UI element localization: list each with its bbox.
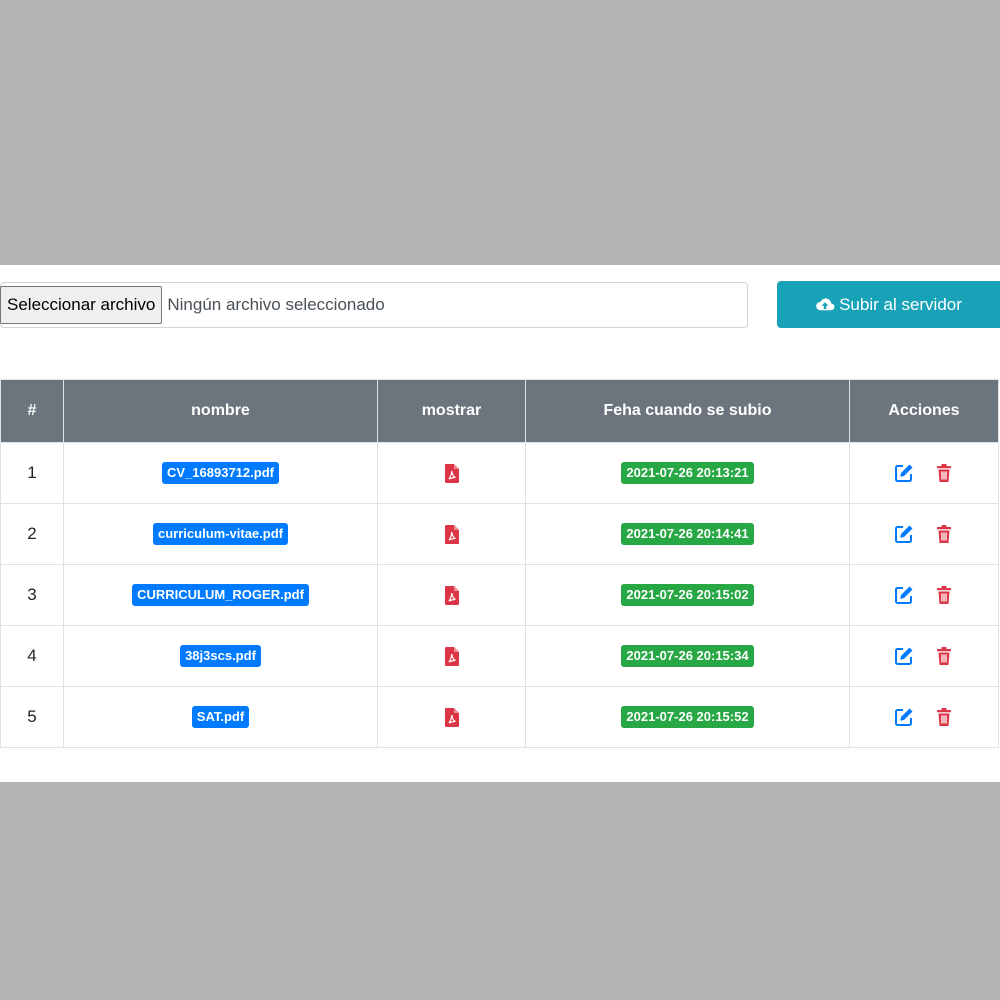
row-date-cell: 2021-07-26 20:15:52	[525, 686, 850, 748]
row-date-cell: 2021-07-26 20:15:02	[525, 564, 850, 626]
row-actions	[850, 707, 998, 727]
row-show-cell	[377, 686, 526, 748]
upload-date-badge: 2021-07-26 20:15:52	[621, 706, 754, 728]
select-file-button[interactable]: Seleccionar archivo	[0, 286, 163, 324]
row-number-text: 1	[27, 463, 37, 482]
file-pdf-icon[interactable]	[444, 646, 459, 666]
edit-icon[interactable]	[894, 585, 914, 605]
file-name-badge: SAT.pdf	[191, 706, 250, 728]
row-date-cell: 2021-07-26 20:13:21	[525, 442, 850, 504]
row-number-text: 4	[27, 646, 37, 665]
row-date-cell: 2021-07-26 20:15:34	[525, 625, 850, 687]
file-name-badge: 38j3scs.pdf	[180, 645, 261, 667]
row-number: 2	[0, 503, 64, 565]
row-show-cell	[377, 564, 526, 626]
row-show-cell	[377, 625, 526, 687]
upload-button-label: Subir al servidor	[839, 294, 962, 314]
row-number: 4	[0, 625, 64, 687]
row-date-cell: 2021-07-26 20:14:41	[525, 503, 850, 565]
table-row: 1 CV_16893712.pdf 2021-07-26 20:13:21	[0, 442, 999, 504]
edit-icon[interactable]	[894, 524, 914, 544]
upload-date-badge: 2021-07-26 20:15:02	[621, 584, 754, 606]
row-actions-cell	[849, 625, 999, 687]
row-show-cell	[377, 442, 526, 504]
file-status-text: Ningún archivo seleccionado	[167, 295, 385, 314]
row-number: 5	[0, 686, 64, 748]
row-number-text: 2	[27, 524, 37, 543]
row-actions-cell	[849, 564, 999, 626]
files-table: # nombre mostrar Feha cuando se subio Ac…	[0, 379, 999, 748]
file-name-badge: CV_16893712.pdf	[162, 462, 279, 484]
trash-icon[interactable]	[934, 707, 954, 727]
upload-button[interactable]: Subir al servidor	[777, 281, 1000, 328]
row-actions-cell	[849, 503, 999, 565]
main-panel: Seleccionar archivo Ningún archivo selec…	[0, 265, 1000, 782]
row-number: 3	[0, 564, 64, 626]
trash-icon[interactable]	[934, 646, 954, 666]
row-name-cell: CV_16893712.pdf	[63, 442, 378, 504]
row-number-text: 3	[27, 585, 37, 604]
edit-icon[interactable]	[894, 707, 914, 727]
file-pdf-icon[interactable]	[444, 463, 459, 483]
upload-date-badge: 2021-07-26 20:14:41	[621, 523, 754, 545]
trash-icon[interactable]	[934, 524, 954, 544]
trash-icon[interactable]	[934, 463, 954, 483]
row-name-cell: CURRICULUM_ROGER.pdf	[63, 564, 378, 626]
header-nombre: nombre	[63, 379, 378, 443]
cloud-upload-icon	[816, 297, 835, 310]
row-number: 1	[0, 442, 64, 504]
upload-date-badge: 2021-07-26 20:13:21	[621, 462, 754, 484]
upload-date-badge: 2021-07-26 20:15:34	[621, 645, 754, 667]
file-pdf-icon[interactable]	[444, 585, 459, 605]
table-row: 3 CURRICULUM_ROGER.pdf 2021-07-26 20:15:…	[0, 564, 999, 626]
row-name-cell: curriculum-vitae.pdf	[63, 503, 378, 565]
header-fecha: Feha cuando se subio	[525, 379, 850, 443]
row-actions	[850, 585, 998, 605]
row-actions	[850, 646, 998, 666]
trash-icon[interactable]	[934, 585, 954, 605]
edit-icon[interactable]	[894, 463, 914, 483]
header-acciones: Acciones	[849, 379, 999, 443]
row-actions-cell	[849, 442, 999, 504]
row-actions-cell	[849, 686, 999, 748]
header-number: #	[0, 379, 64, 443]
header-mostrar: mostrar	[377, 379, 526, 443]
table-header-row: # nombre mostrar Feha cuando se subio Ac…	[0, 379, 999, 443]
table-row: 4 38j3scs.pdf 2021-07-26 20:15:34	[0, 625, 999, 687]
row-number-text: 5	[27, 707, 37, 726]
row-actions	[850, 463, 998, 483]
row-name-cell: 38j3scs.pdf	[63, 625, 378, 687]
row-name-cell: SAT.pdf	[63, 686, 378, 748]
file-pdf-icon[interactable]	[444, 524, 459, 544]
edit-icon[interactable]	[894, 646, 914, 666]
row-actions	[850, 524, 998, 544]
table-row: 5 SAT.pdf 2021-07-26 20:15:52	[0, 686, 999, 748]
file-name-badge: curriculum-vitae.pdf	[153, 523, 288, 545]
file-input[interactable]: Seleccionar archivo Ningún archivo selec…	[0, 282, 748, 328]
file-name-badge: CURRICULUM_ROGER.pdf	[132, 584, 309, 606]
row-show-cell	[377, 503, 526, 565]
table-row: 2 curriculum-vitae.pdf 2021-07-26 20:14:…	[0, 503, 999, 565]
file-pdf-icon[interactable]	[444, 707, 459, 727]
